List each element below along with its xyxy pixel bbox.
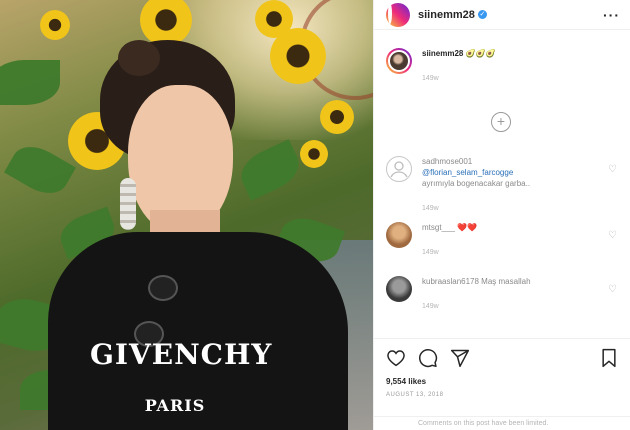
comment-icon[interactable] [418,348,438,368]
heart-icon[interactable]: ♡ [608,164,618,175]
leaf [0,60,60,105]
shirt-brand-text: GIVENCHY [90,338,273,371]
shirt-city-text: PARIS [144,396,206,415]
comments-limited-notice: Comments on this post have been limited. [374,416,630,430]
caption-text: 🥑🥑🥑 [465,49,496,58]
comments-list: siinemm28 🥑🥑🥑 149w + sadhmose001 @floria… [374,48,630,320]
post-sidebar: siinemm28 ✓ ··· siinemm28 🥑🥑🥑 149w + sad… [373,0,630,430]
comment-time[interactable]: 149w [422,301,608,312]
comment-username[interactable]: kubraaslan6178 [422,277,479,286]
heart-icon[interactable]: ♡ [608,284,618,295]
heart-icon[interactable]: ♡ [608,230,618,241]
author-username[interactable]: siinemm28 [418,9,475,21]
heart-icon[interactable] [386,349,406,367]
earring [120,178,136,230]
caption-time[interactable]: 149w [422,73,618,84]
comment-username[interactable]: mtsgt___ [422,223,455,232]
author-avatar[interactable] [386,2,410,27]
comment-time[interactable]: 149w [422,203,608,214]
leaf [234,139,306,201]
verified-badge-icon: ✓ [477,10,487,19]
sunflower [40,10,70,40]
comment-text: ❤️❤️ [457,223,478,232]
more-options-icon[interactable]: ··· [603,7,620,23]
comment-item: kubraaslan6178 Maş masallah 149w ♡ [374,276,630,320]
caption-avatar[interactable] [386,48,412,74]
sunflower [320,100,354,134]
comment-mention[interactable]: @florian_selam_farcogge [422,168,513,177]
post-header: siinemm28 ✓ ··· [374,0,630,30]
caption: siinemm28 🥑🥑🥑 149w [374,48,630,118]
comment-text: Maş masallah [481,277,531,286]
comment-avatar[interactable] [386,276,412,302]
post-date[interactable]: AUGUST 13, 2018 [386,392,618,398]
caption-username[interactable]: siinemm28 [422,49,463,58]
leaf [4,137,76,203]
comment-username[interactable]: sadhmose001 [422,157,472,166]
share-icon[interactable] [450,348,470,368]
post-actions: 9,554 likes AUGUST 13, 2018 [374,338,630,428]
bookmark-icon[interactable] [600,348,618,368]
hair-bun [118,40,160,76]
comment-time[interactable]: 149w [422,247,608,258]
post-photo[interactable]: GIVENCHY PARIS [0,0,373,430]
comment-avatar[interactable] [386,156,412,182]
comment-text: ayrımıyla bogenacakar garba.. [422,179,531,188]
comment-avatar[interactable] [386,222,412,248]
comment-item: mtsgt___ ❤️❤️ 149w ♡ [374,222,630,266]
sunflower [300,140,328,168]
sunflower [255,0,293,38]
comment-item: sadhmose001 @florian_selam_farcogge ayrı… [374,156,630,212]
plus-circle-icon[interactable]: + [491,112,511,132]
likes-count[interactable]: 9,554 likes [386,377,618,386]
